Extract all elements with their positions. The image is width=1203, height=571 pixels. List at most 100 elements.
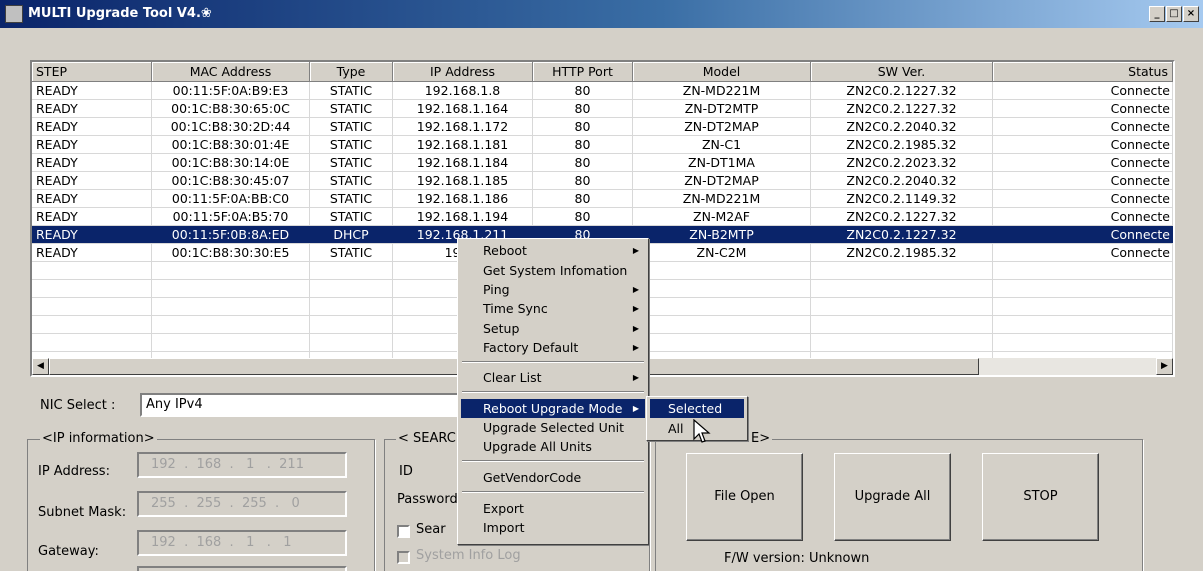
title-bar[interactable]: MULTI Upgrade Tool V4.❀ _ □ × [0, 0, 1203, 28]
menu-item-get-vendor-code[interactable]: GetVendorCode [461, 468, 645, 487]
menu-item-factory-default[interactable]: Factory Default ▶ [461, 338, 645, 357]
table-cell-status: Connecte [993, 172, 1173, 189]
table-cell-sw: ZN2C0.2.2040.32 [811, 172, 993, 189]
table-cell-model: ZN-DT2MAP [633, 118, 811, 135]
search-checkbox[interactable] [397, 525, 410, 538]
table-row[interactable]: READY 00:1C:B8:30:01:4E STATIC 192.168.1.18… [32, 136, 1173, 154]
table-cell-mac: 00:1C:B8:30:14:0E [152, 154, 310, 171]
table-cell-sw: ZN2C0.2.2040.32 [811, 118, 993, 135]
table-cell-model: ZN-MD221M [633, 82, 811, 99]
ip-address-field[interactable]: 192 . 168 . 1 . 211 [137, 452, 347, 478]
submenu-item-selected[interactable]: Selected [650, 399, 744, 418]
stop-button[interactable]: STOP [982, 453, 1099, 541]
app-icon[interactable] [5, 5, 23, 23]
menu-item-upgrade-selected-unit[interactable]: Upgrade Selected Unit [461, 418, 645, 437]
table-cell-model: ZN-DT2MAP [633, 172, 811, 189]
table-cell-port: 80 [533, 172, 633, 189]
menu-item-ping[interactable]: Ping ▶ [461, 280, 645, 299]
table-cell-step [32, 280, 152, 297]
table-cell-sw: ZN2C0.2.1227.32 [811, 100, 993, 117]
column-header-sw-ver[interactable]: SW Ver. [811, 62, 993, 82]
system-info-log-checkbox[interactable] [397, 551, 410, 564]
upgrade-all-button[interactable]: Upgrade All [834, 453, 951, 541]
column-header-mac[interactable]: MAC Address [152, 62, 310, 82]
table-cell-step [32, 262, 152, 279]
menu-item-reboot-upgrade-mode[interactable]: Reboot Upgrade Mode ▶ [461, 399, 645, 418]
table-cell-mac: 00:1C:B8:30:45:07 [152, 172, 310, 189]
table-cell-type [310, 316, 393, 333]
maximize-button[interactable]: □ [1166, 6, 1182, 22]
table-cell-status [993, 280, 1173, 297]
close-button[interactable]: × [1183, 6, 1199, 22]
search-group-title: < SEARC [396, 431, 458, 446]
table-cell-type [310, 298, 393, 315]
scroll-right-icon[interactable]: ▶ [1156, 358, 1173, 375]
scroll-left-icon[interactable]: ◀ [32, 358, 49, 375]
table-cell-type: DHCP [310, 226, 393, 243]
table-cell-ip: 192.168.1.194 [393, 208, 533, 225]
menu-item-clear-list[interactable]: Clear List ▶ [461, 368, 645, 387]
nic-select[interactable]: Any IPv4 [140, 393, 500, 417]
table-cell-port: 80 [533, 208, 633, 225]
menu-item-upgrade-all-units[interactable]: Upgrade All Units [461, 437, 645, 456]
menu-item-setup[interactable]: Setup ▶ [461, 319, 645, 338]
table-cell-ip: 192.168.1.8 [393, 82, 533, 99]
table-cell-mac: 00:11:5F:0A:BB:C0 [152, 190, 310, 207]
table-cell-mac: 00:1C:B8:30:65:0C [152, 100, 310, 117]
table-cell-port: 80 [533, 190, 633, 207]
column-header-status[interactable]: Status [993, 62, 1173, 82]
window-title: MULTI Upgrade Tool V4.❀ [28, 6, 212, 21]
subnet-mask-field[interactable]: 255 . 255 . 255 . 0 [137, 491, 347, 517]
column-header-type[interactable]: Type [310, 62, 393, 82]
submenu-arrow-icon: ▶ [632, 285, 639, 294]
table-cell-sw: ZN2C0.2.1149.32 [811, 190, 993, 207]
table-cell-mac: 00:1C:B8:30:2D:44 [152, 118, 310, 135]
table-cell-port: 80 [533, 100, 633, 117]
menu-item-export[interactable]: Export [461, 499, 645, 518]
table-row[interactable]: READY 00:1C:B8:30:45:07 STATIC 192.168.1.18… [32, 172, 1173, 190]
table-cell-mac: 00:1C:B8:30:30:E5 [152, 244, 310, 261]
table-cell-sw: ZN2C0.2.1227.32 [811, 208, 993, 225]
menu-item-reboot[interactable]: Reboot ▶ [461, 241, 645, 260]
extra-ip-field[interactable] [137, 566, 347, 571]
table-cell-sw [811, 298, 993, 315]
table-row[interactable]: READY 00:1C:B8:30:2D:44 STATIC 192.168.1.17… [32, 118, 1173, 136]
table-cell-step: READY [32, 190, 152, 207]
table-cell-port: 80 [533, 136, 633, 153]
table-cell-type: STATIC [310, 208, 393, 225]
table-row[interactable]: READY 00:11:5F:0A:B9:E3 STATIC 192.168.1.8 8… [32, 82, 1173, 100]
table-cell-port: 80 [533, 154, 633, 171]
table-row[interactable]: READY 00:11:5F:0A:B5:70 STATIC 192.168.1.19… [32, 208, 1173, 226]
table-cell-mac: 00:11:5F:0A:B5:70 [152, 208, 310, 225]
search-checkbox-label: Sear [416, 522, 446, 537]
menu-item-time-sync[interactable]: Time Sync ▶ [461, 299, 645, 318]
table-cell-model: ZN-C1 [633, 136, 811, 153]
column-header-ip[interactable]: IP Address [393, 62, 533, 82]
column-header-http-port[interactable]: HTTP Port [533, 62, 633, 82]
table-cell-model: ZN-M2AF [633, 208, 811, 225]
file-open-button[interactable]: File Open [686, 453, 803, 541]
table-cell-sw: ZN2C0.2.1227.32 [811, 226, 993, 243]
menu-item-get-system-information[interactable]: Get System Infomation [461, 261, 645, 280]
minimize-button[interactable]: _ [1149, 6, 1165, 22]
menu-item-import[interactable]: Import [461, 518, 645, 537]
table-cell-type: STATIC [310, 244, 393, 261]
menu-separator [462, 460, 644, 462]
table-cell-model [633, 334, 811, 351]
table-cell-type: STATIC [310, 154, 393, 171]
table-row[interactable]: READY 00:1C:B8:30:14:0E STATIC 192.168.1.18… [32, 154, 1173, 172]
gateway-field[interactable]: 192 . 168 . 1 . 1 [137, 530, 347, 556]
column-header-model[interactable]: Model [633, 62, 811, 82]
menu-separator [462, 491, 644, 493]
menu-separator [462, 391, 644, 393]
column-header-step[interactable]: STEP [32, 62, 152, 82]
table-row[interactable]: READY 00:1C:B8:30:65:0C STATIC 192.168.1.16… [32, 100, 1173, 118]
table-cell-step [32, 298, 152, 315]
table-cell-status: Connecte [993, 244, 1173, 261]
table-cell-model: ZN-DT2MTP [633, 100, 811, 117]
table-cell-sw: ZN2C0.2.2023.32 [811, 154, 993, 171]
table-cell-port: 80 [533, 82, 633, 99]
context-menu[interactable]: Reboot ▶ Get System Infomation Ping ▶ Time… [457, 238, 649, 545]
table-row[interactable]: READY 00:11:5F:0A:BB:C0 STATIC 192.168.1.18… [32, 190, 1173, 208]
table-cell-status: Connecte [993, 100, 1173, 117]
